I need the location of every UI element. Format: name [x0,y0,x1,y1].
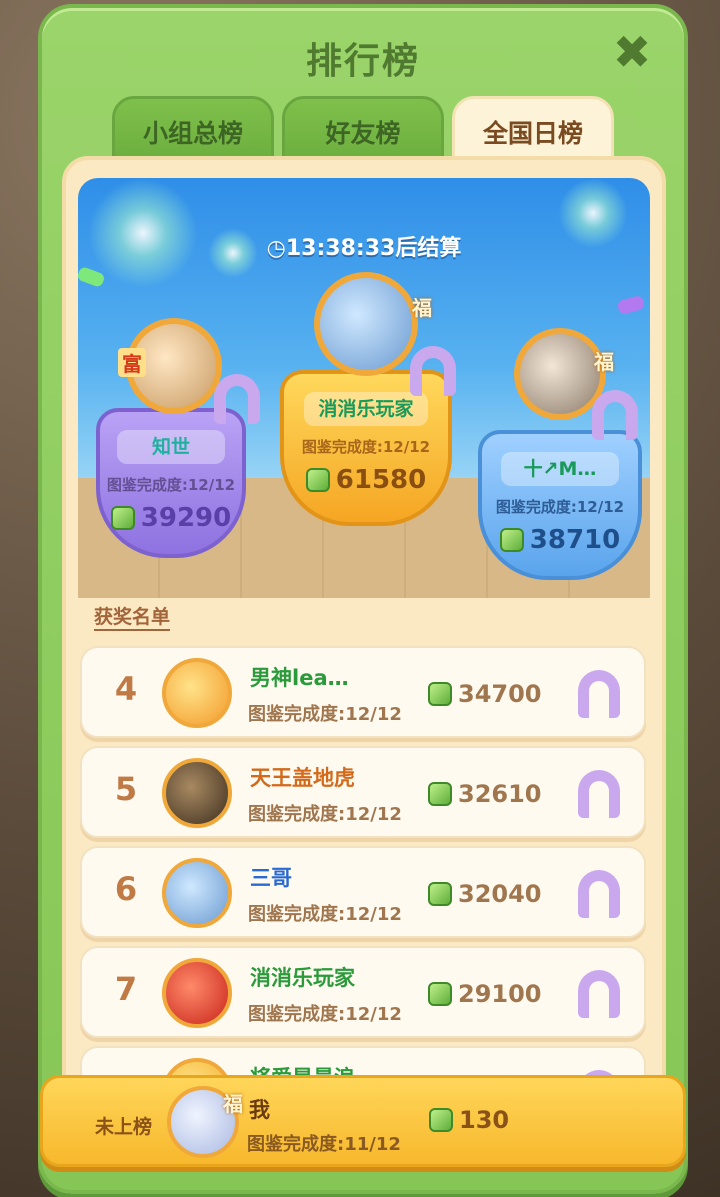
horseshoe-cushion-icon [214,374,260,424]
gem-icon [305,468,330,492]
gem-icon [428,982,452,1006]
podium-second-score: 39290 [100,503,242,533]
rank-number: 7 [114,970,138,1008]
close-icon[interactable]: ✖ [610,29,654,75]
score: 29100 [428,980,542,1008]
avatar-first[interactable] [314,272,418,376]
avatar[interactable] [162,758,232,828]
my-badge: 福 [223,1092,243,1116]
countdown-timer: ◷13:38:33后结算 [266,236,462,261]
podium-second-completion: 图鉴完成度:12/12 [106,476,236,494]
gem-icon [110,506,135,530]
score: 32610 [428,780,542,808]
completion-text: 图鉴完成度:12/12 [248,704,402,725]
gem-icon [428,782,452,806]
my-score: 130 [429,1106,509,1134]
player-name: 消消乐玩家 [250,966,355,990]
list-item[interactable]: 5 天王盖地虎 图鉴完成度:12/12 32610 [80,746,646,838]
player-name: 三哥 [250,866,292,890]
avatar[interactable] [162,658,232,728]
list-item[interactable]: 6 三哥 图鉴完成度:12/12 32040 [80,846,646,938]
podium-scene: ◷13:38:33后结算 知世 图鉴完成度:12/12 39290 消消乐玩家 … [78,178,650,598]
rank-number: 5 [114,770,138,808]
avatar[interactable] [162,858,232,928]
badge-third: 福 [594,350,614,374]
rank-number: 4 [114,670,138,708]
podium-second[interactable]: 知世 图鉴完成度:12/12 39290 [96,408,246,558]
winners-list-label: 获奖名单 [94,602,171,631]
player-name: 男神lea… [250,666,349,690]
gem-icon [499,528,524,552]
podium-third[interactable]: 十↗M… 图鉴完成度:12/12 38710 [478,430,642,580]
horseshoe-cushion-icon [410,346,456,396]
gem-icon [428,882,452,906]
horseshoe-cushion-icon [578,870,620,918]
panel-title: 排行榜 [305,41,420,82]
podium-first-completion: 图鉴完成度:12/12 [301,438,431,456]
completion-text: 图鉴完成度:12/12 [248,804,402,825]
clock-icon: ◷ [266,236,286,261]
leaderboard-panel: 排行榜 ✖ 小组总榜 好友榜 全国日榜 ◷13:38:33后结算 知世 图鉴完成… [38,4,688,1194]
my-name: 我 [249,1098,270,1122]
rank-number: 6 [114,870,138,908]
confetti-decoration [616,294,646,316]
completion-text: 图鉴完成度:12/12 [248,1004,402,1025]
podium-third-completion: 图鉴完成度:12/12 [495,498,625,516]
horseshoe-cushion-icon [592,390,638,440]
avatar[interactable] [162,958,232,1028]
horseshoe-cushion-icon [578,770,620,818]
score: 34700 [428,680,542,708]
podium-first-name: 消消乐玩家 [303,392,429,426]
podium-third-name: 十↗M… [500,452,620,486]
horseshoe-cushion-icon [578,670,620,718]
badge-second: 富 [118,348,146,377]
gem-icon [429,1108,453,1132]
my-rank-bar[interactable]: 未上榜 福 我 图鉴完成度:11/12 130 [40,1075,686,1167]
podium-second-name: 知世 [117,430,225,464]
my-rank-label: 未上榜 [95,1116,153,1138]
score: 32040 [428,880,542,908]
gem-icon [428,682,452,706]
podium-third-score: 38710 [482,525,638,555]
list-item[interactable]: 4 男神lea… 图鉴完成度:12/12 34700 [80,646,646,738]
badge-first: 福 [412,296,432,320]
ranking-content: ◷13:38:33后结算 知世 图鉴完成度:12/12 39290 消消乐玩家 … [62,156,666,1166]
podium-first-score: 61580 [284,465,448,495]
my-completion: 图鉴完成度:11/12 [247,1134,401,1155]
horseshoe-cushion-icon [578,970,620,1018]
player-name: 天王盖地虎 [250,766,355,790]
completion-text: 图鉴完成度:12/12 [248,904,402,925]
list-item[interactable]: 7 消消乐玩家 图鉴完成度:12/12 29100 [80,946,646,1038]
